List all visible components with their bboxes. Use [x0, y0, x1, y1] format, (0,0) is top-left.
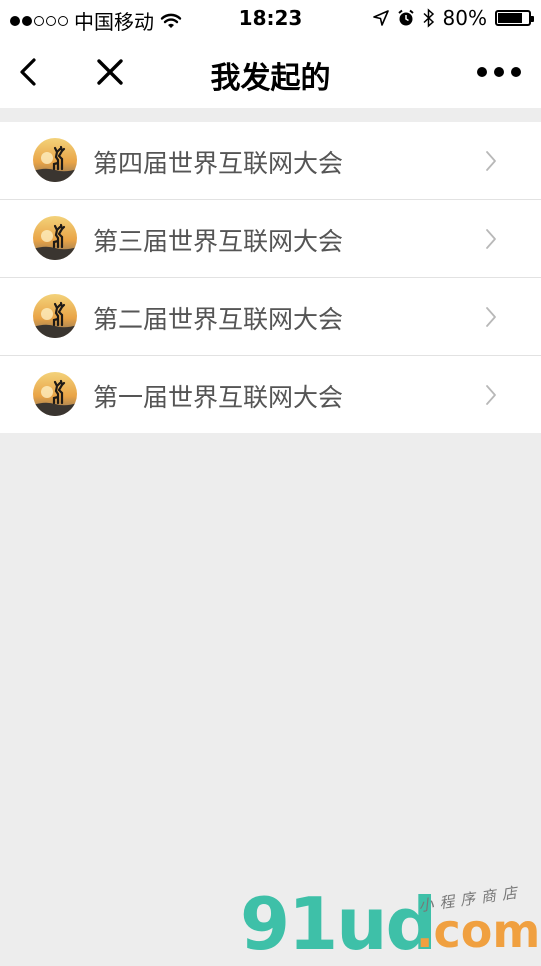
list-item-label: 第一届世界互联网大会 [93, 383, 344, 412]
more-options-icon[interactable] [477, 62, 521, 82]
list-item-2[interactable]: 第三届世界互联网大会 [0, 200, 541, 278]
status-right: 80% [372, 6, 534, 30]
list-item-label: 第三届世界互联网大会 [93, 227, 344, 256]
list-item-label: 第四届世界互联网大会 [93, 149, 344, 178]
deer-avatar-icon [33, 216, 77, 260]
battery-percent: 80% [442, 6, 487, 30]
chevron-right-icon [486, 385, 496, 405]
chevron-right-icon [486, 307, 496, 327]
status-bar: 中国移动 18:23 80% [0, 0, 541, 36]
watermark-brand: 91ud [240, 882, 437, 966]
list-item-1[interactable]: 第四届世界互联网大会 [0, 122, 541, 200]
alarm-clock-icon [397, 9, 414, 26]
list-item-4[interactable]: 第一届世界互联网大会 [0, 356, 541, 433]
list-item-label: 第二届世界互联网大会 [93, 305, 344, 334]
deer-avatar-icon [33, 294, 77, 338]
conference-list: 第四届世界互联网大会 第三届世界互联网大会 第二届世界互联网大会 第一届世界互联… [0, 122, 541, 433]
watermark-domain: .com [416, 904, 541, 958]
chevron-right-icon [486, 229, 496, 249]
battery-icon [495, 10, 534, 26]
bluetooth-icon [423, 8, 434, 28]
page-title: 我发起的 [210, 61, 331, 96]
battery-fill [498, 13, 522, 23]
deer-avatar-icon [33, 372, 77, 416]
chevron-right-icon [486, 151, 496, 171]
nav-bar: 我发起的 [0, 36, 541, 108]
list-item-3[interactable]: 第二届世界互联网大会 [0, 278, 541, 356]
deer-avatar-icon [33, 138, 77, 182]
watermark-logo: 91ud 小程序商店 .com [240, 876, 541, 966]
location-arrow-icon [372, 10, 389, 26]
